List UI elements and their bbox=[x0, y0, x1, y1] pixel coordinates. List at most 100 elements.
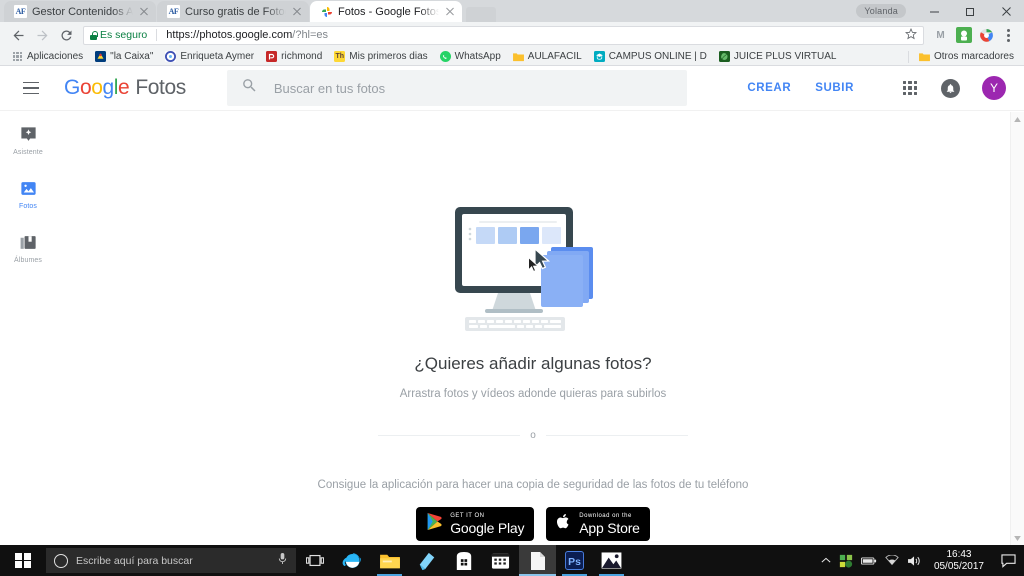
sidebar-item-label: Fotos bbox=[18, 203, 37, 210]
volume-icon[interactable] bbox=[907, 555, 922, 567]
product-name: Fotos bbox=[135, 76, 186, 99]
security-indicator[interactable]: Es seguro bbox=[90, 29, 147, 41]
minimize-button[interactable] bbox=[916, 0, 952, 22]
whatsapp-icon bbox=[439, 51, 451, 62]
extension-green-icon[interactable] bbox=[954, 26, 973, 45]
task-view-button[interactable] bbox=[296, 545, 334, 576]
app-store-badge[interactable]: Download on the App Store bbox=[546, 507, 650, 541]
bookmark-star-icon[interactable] bbox=[905, 27, 917, 43]
search-icon bbox=[241, 77, 258, 99]
bookmark-whatsapp[interactable]: WhatsApp bbox=[434, 49, 507, 65]
search-input[interactable] bbox=[273, 80, 673, 96]
new-tab-button[interactable] bbox=[466, 7, 496, 22]
sidebar-item-label: Álbumes bbox=[14, 257, 42, 264]
bookmark-apps[interactable]: Aplicaciones bbox=[6, 49, 89, 65]
taskbar-app-photos[interactable] bbox=[593, 545, 630, 576]
taskbar-app-photoshop[interactable]: Ps bbox=[556, 545, 593, 576]
tab-title: Gestor Contenidos Aula bbox=[32, 5, 133, 18]
address-bar[interactable]: Es seguro https://photos.google.com/?hl=… bbox=[83, 25, 924, 45]
bookmark-label: WhatsApp bbox=[454, 51, 501, 62]
badge-big-text: Google Play bbox=[450, 520, 525, 536]
empty-state-content: ¿Quieres añadir algunas fotos? Arrastra … bbox=[56, 112, 1010, 545]
taskbar-app-calendar[interactable] bbox=[482, 545, 519, 576]
close-button[interactable] bbox=[988, 0, 1024, 22]
page-scrollbar[interactable] bbox=[1010, 112, 1024, 545]
bookmark-label: AULAFACIL bbox=[527, 51, 582, 62]
juiceplus-icon bbox=[718, 51, 730, 62]
bookmark-misprimerosdias[interactable]: Th Mis primeros dias bbox=[328, 49, 433, 65]
svg-text:Ps: Ps bbox=[568, 557, 581, 568]
create-button[interactable]: CREAR bbox=[735, 82, 803, 94]
sidebar-item-fotos[interactable]: Fotos bbox=[0, 178, 56, 210]
apple-icon bbox=[556, 512, 572, 536]
bookmark-juice-plus[interactable]: JUICE PLUS VIRTUAL bbox=[713, 49, 843, 65]
bookmark-campus-online[interactable]: CAMPUS ONLINE | D bbox=[588, 49, 713, 65]
sidebar-item-albumes[interactable]: Álbumes bbox=[0, 232, 56, 264]
bookmark-label: Enriqueta Aymer bbox=[180, 51, 255, 62]
folder-icon bbox=[512, 51, 524, 62]
bookmark-richmond[interactable]: richmond bbox=[260, 49, 328, 65]
google-play-badge[interactable]: GET IT ON Google Play bbox=[416, 507, 535, 541]
empty-state-title: ¿Quieres añadir algunas fotos? bbox=[414, 354, 652, 373]
reload-icon[interactable] bbox=[54, 23, 78, 47]
bookmark-label: JUICE PLUS VIRTUAL bbox=[733, 51, 837, 62]
maximize-button[interactable] bbox=[952, 0, 988, 22]
notifications-icon[interactable] bbox=[932, 70, 968, 106]
taskbar-app-blue-app[interactable] bbox=[408, 545, 445, 576]
browser-toolbar: Es seguro https://photos.google.com/?hl=… bbox=[0, 22, 1024, 48]
browser-tab[interactable]: AF Curso gratis de Fotografía bbox=[157, 1, 309, 22]
start-button[interactable] bbox=[0, 545, 46, 576]
google-play-icon bbox=[426, 512, 443, 536]
wifi-icon[interactable] bbox=[885, 555, 899, 566]
green-app-icon[interactable] bbox=[839, 554, 853, 568]
bookmark-enriqueta[interactable]: Enriqueta Aymer bbox=[159, 49, 260, 65]
other-bookmarks-label: Otros marcadores bbox=[933, 51, 1014, 62]
taskbar-app-internet-explorer[interactable] bbox=[334, 545, 371, 576]
bookmark-aulafacil[interactable]: AULAFACIL bbox=[507, 49, 588, 65]
profile-name-pill[interactable]: Yolanda bbox=[856, 4, 906, 18]
google-apps-icon[interactable] bbox=[892, 70, 928, 106]
scroll-down-icon[interactable] bbox=[1011, 531, 1024, 545]
taskbar-clock[interactable]: 16:43 05/05/2017 bbox=[930, 549, 988, 573]
taskbar-app-microsoft-store[interactable] bbox=[445, 545, 482, 576]
system-tray: 16:43 05/05/2017 bbox=[821, 545, 1024, 576]
tab-close-icon[interactable] bbox=[138, 6, 150, 18]
other-bookmarks-button[interactable]: Otros marcadores bbox=[913, 49, 1020, 65]
search-bar[interactable] bbox=[226, 70, 687, 106]
action-center-icon[interactable] bbox=[996, 545, 1020, 576]
browser-tab-active[interactable]: Fotos - Google Fotos bbox=[310, 1, 462, 22]
bookmark-lacaixa[interactable]: "la Caixa" bbox=[89, 49, 159, 65]
menu-icon[interactable] bbox=[14, 71, 48, 105]
omnibox-divider bbox=[156, 29, 158, 41]
security-text: Es seguro bbox=[100, 29, 148, 41]
chrome-menu-icon[interactable] bbox=[998, 28, 1018, 42]
app-header: Google Fotos CREAR SUBIR bbox=[0, 66, 1024, 111]
cortana-circle-icon bbox=[54, 553, 68, 568]
other-bookmarks[interactable]: Otros marcadores bbox=[907, 49, 1020, 65]
sidebar-item-asistente[interactable]: Asistente bbox=[0, 124, 56, 156]
avatar[interactable]: Y bbox=[982, 76, 1006, 100]
extension-m-icon[interactable]: M bbox=[931, 26, 950, 45]
microphone-icon[interactable] bbox=[277, 552, 288, 570]
taskbar-app-file-explorer[interactable] bbox=[371, 545, 408, 576]
browser-tab[interactable]: AF Gestor Contenidos Aula bbox=[4, 1, 156, 22]
badge-small-text: Download on the bbox=[579, 513, 632, 519]
taskbar-search-box[interactable]: Escribe aquí para buscar bbox=[46, 548, 296, 573]
bookmark-label: "la Caixa" bbox=[110, 51, 154, 62]
scroll-up-icon[interactable] bbox=[1011, 112, 1024, 126]
windows-taskbar: Escribe aquí para buscar Ps 16:43 05/05/… bbox=[0, 545, 1024, 576]
apps-grid-icon bbox=[12, 51, 23, 62]
extension-color-icon[interactable] bbox=[977, 26, 996, 45]
upload-button[interactable]: SUBIR bbox=[803, 82, 866, 94]
forward-icon bbox=[30, 23, 54, 47]
taskbar-app-document[interactable] bbox=[519, 545, 556, 576]
battery-icon[interactable] bbox=[860, 556, 877, 566]
divider-line-left bbox=[378, 435, 521, 436]
tab-close-icon[interactable] bbox=[291, 6, 303, 18]
chevron-up-icon[interactable] bbox=[821, 557, 831, 564]
clock-date: 05/05/2017 bbox=[933, 560, 984, 572]
url-text: https://photos.google.com/?hl=es bbox=[166, 29, 328, 41]
windows-logo-icon bbox=[15, 552, 31, 569]
back-icon[interactable] bbox=[6, 23, 30, 47]
tab-close-icon[interactable] bbox=[444, 6, 456, 18]
